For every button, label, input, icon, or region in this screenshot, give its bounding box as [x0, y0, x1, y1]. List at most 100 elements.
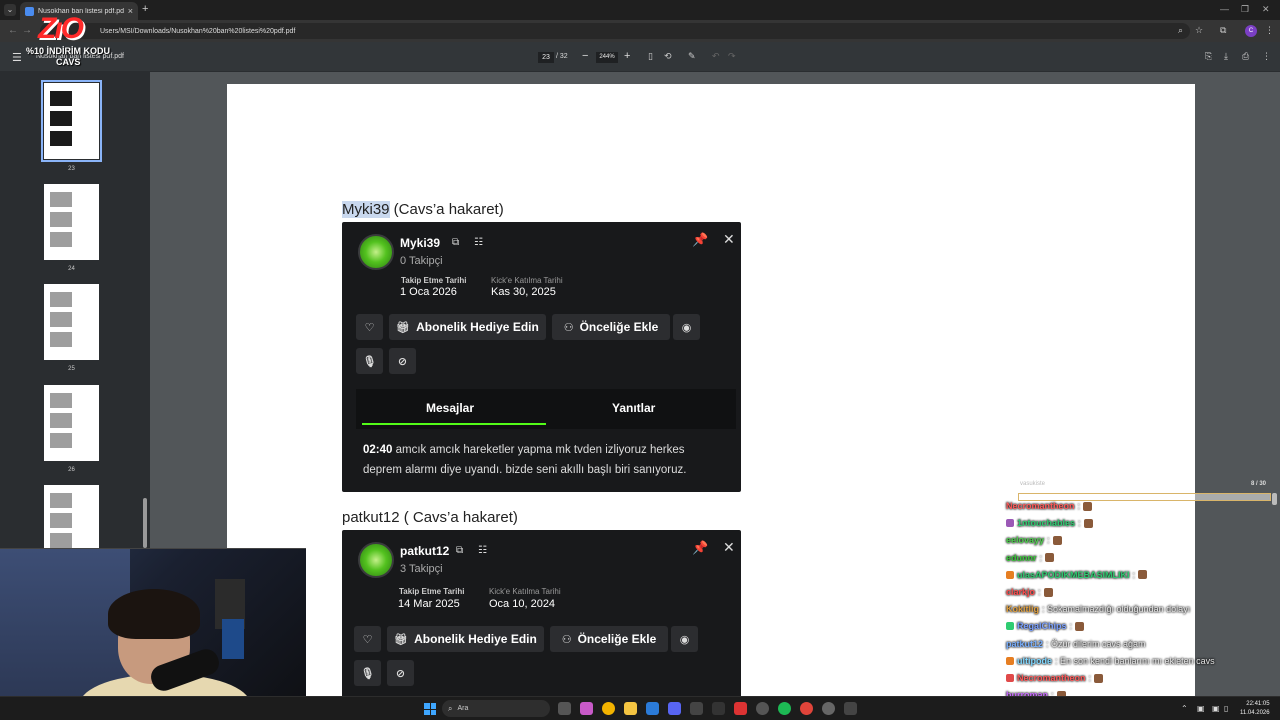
- chat-badge-icon: [1006, 570, 1014, 579]
- tray-chevron-icon[interactable]: ⌃: [1181, 704, 1188, 713]
- tab-search-icon[interactable]: ⌄: [4, 4, 16, 16]
- chat-emote-icon: [1043, 587, 1053, 597]
- thumbnail-image: [50, 533, 72, 548]
- kebab-menu-icon[interactable]: ⋮: [1265, 25, 1274, 36]
- page-scrollbar-thumb[interactable]: [1272, 493, 1277, 505]
- sidebar-scrollbar-thumb[interactable]: [143, 498, 147, 548]
- chat-badge-icon: [1006, 656, 1014, 665]
- chat-username: Kokitlig: [1006, 604, 1039, 615]
- chat-username: ulasAPODIKMEBASIMLIKI: [1017, 569, 1130, 580]
- thumbnail-image: [50, 131, 72, 146]
- browser-toolbar: ← → Users/MSI/Downloads/Nusokhan%20ban%2…: [0, 20, 1280, 42]
- window-close-icon[interactable]: ✕: [1262, 4, 1270, 15]
- ban-icon: ⊘: [397, 355, 408, 368]
- streamer-hair: [108, 589, 200, 639]
- chat-text: :: [1039, 552, 1043, 563]
- file-explorer-icon[interactable]: [624, 702, 637, 715]
- app-icon[interactable]: [844, 702, 857, 715]
- chat-username: patkut12: [1006, 638, 1044, 649]
- thumbnail-image: [50, 91, 72, 106]
- thumbnail-image: [50, 111, 72, 126]
- chat-line: 1ntouchables:: [1006, 518, 1093, 528]
- chat-username: ultipode: [1017, 655, 1052, 666]
- mic-off-icon: 🎙︎: [362, 355, 377, 368]
- tray-app-icon[interactable]: ▣: [1197, 704, 1205, 713]
- save-edits-icon[interactable]: ⎘: [1205, 51, 1212, 62]
- tray-app-icon[interactable]: ▣: [1212, 704, 1220, 713]
- chrome-icon[interactable]: [602, 702, 615, 715]
- annotate-pen-icon[interactable]: ✎: [688, 51, 696, 62]
- thumbnail-image: [50, 493, 72, 508]
- thumbnail-page-number: 24: [68, 266, 75, 272]
- zoom-in-button[interactable]: +: [624, 50, 630, 62]
- edge-icon[interactable]: [646, 702, 659, 715]
- chat-text: :: [1077, 501, 1081, 511]
- thumbnail-image: [50, 332, 72, 347]
- chat-overlay-meta: vasukiste: [1020, 481, 1046, 487]
- fit-page-icon[interactable]: ▯: [648, 51, 653, 62]
- chat-text: :: [1069, 621, 1073, 632]
- app-icon[interactable]: [756, 702, 769, 715]
- chat-text: :: [1132, 569, 1136, 580]
- bookmark-star-icon[interactable]: ☆: [1195, 25, 1203, 36]
- add-priority-label: Önceliğe Ekle: [579, 320, 659, 334]
- new-tab-button[interactable]: +: [142, 3, 148, 15]
- chat-text: :: [1088, 673, 1092, 683]
- clock-date: 11.04.2026: [1240, 710, 1270, 716]
- chat-username: edunnr: [1006, 552, 1037, 563]
- chat-text: :: [1047, 535, 1050, 546]
- redo-icon[interactable]: ↷: [728, 51, 736, 62]
- thumbnail-image: [50, 212, 72, 227]
- hamburger-menu-icon[interactable]: ☰: [12, 51, 22, 64]
- thumbnail-image: [50, 192, 72, 207]
- app-icon[interactable]: [822, 702, 835, 715]
- chat-emote-icon: [1094, 673, 1104, 683]
- app-icon[interactable]: [580, 702, 593, 715]
- print-icon[interactable]: ⎙: [1242, 51, 1249, 62]
- follow-date: 14 Mar 2025: [398, 598, 460, 610]
- profile-avatar[interactable]: C: [1245, 25, 1257, 37]
- minimize-icon[interactable]: —: [1220, 4, 1229, 14]
- app-icon[interactable]: [734, 702, 747, 715]
- tray-app-icon[interactable]: ▯: [1224, 704, 1228, 713]
- app-icon[interactable]: [690, 702, 703, 715]
- card-tabs: Mesajlar Yanıtlar: [356, 389, 736, 429]
- rotate-icon[interactable]: ⟲: [664, 51, 672, 62]
- spotify-icon[interactable]: [778, 702, 791, 715]
- thumbnail-page[interactable]: [44, 385, 99, 461]
- zoom-level-input[interactable]: 244%: [596, 52, 618, 63]
- thumbnail-page[interactable]: [44, 284, 99, 360]
- extensions-icon[interactable]: ⧉: [1220, 25, 1226, 36]
- add-priority-button: ⚇ Önceliğe Ekle: [552, 314, 670, 340]
- thumbnail-page[interactable]: [41, 80, 102, 162]
- discord-icon[interactable]: [668, 702, 681, 715]
- chat-emote-icon: [1083, 518, 1093, 528]
- webcam-shelf: [222, 619, 244, 659]
- tab-close-icon[interactable]: ×: [128, 6, 133, 16]
- tab-replies: Yanıtlar: [612, 401, 656, 415]
- user-plus-icon: ⚇: [563, 321, 574, 334]
- maximize-icon[interactable]: ❐: [1241, 4, 1249, 15]
- taskbar-clock[interactable]: 22:41:05 11.04.2026: [1240, 700, 1270, 718]
- app-icon[interactable]: [712, 702, 725, 715]
- thumbnail-image: [50, 232, 72, 247]
- thumbnail-page[interactable]: [44, 184, 99, 260]
- taskbar-search[interactable]: ⌕ Ara: [442, 700, 550, 717]
- more-options-icon[interactable]: ⋮: [1262, 51, 1271, 62]
- thumbnail-image: [50, 312, 72, 327]
- follow-date: 1 Oca 2026: [400, 286, 457, 298]
- page-number-input[interactable]: 23: [538, 52, 554, 63]
- task-view-icon[interactable]: [558, 702, 571, 715]
- back-icon[interactable]: ←: [8, 25, 18, 36]
- page-total: / 32: [556, 53, 568, 60]
- windows-start-icon[interactable]: [424, 703, 436, 715]
- search-icon[interactable]: ⌕: [1178, 25, 1183, 36]
- eye-icon: ◉: [681, 321, 692, 334]
- undo-icon[interactable]: ↶: [712, 51, 720, 62]
- address-bar[interactable]: Users/MSI/Downloads/Nusokhan%20ban%20lis…: [40, 23, 1190, 39]
- chrome-icon[interactable]: [800, 702, 813, 715]
- download-icon[interactable]: ⤓: [1224, 51, 1228, 62]
- mic-off-icon: 🎙︎: [360, 667, 375, 680]
- thumbnail-image: [50, 413, 72, 428]
- zoom-out-button[interactable]: −: [582, 50, 588, 62]
